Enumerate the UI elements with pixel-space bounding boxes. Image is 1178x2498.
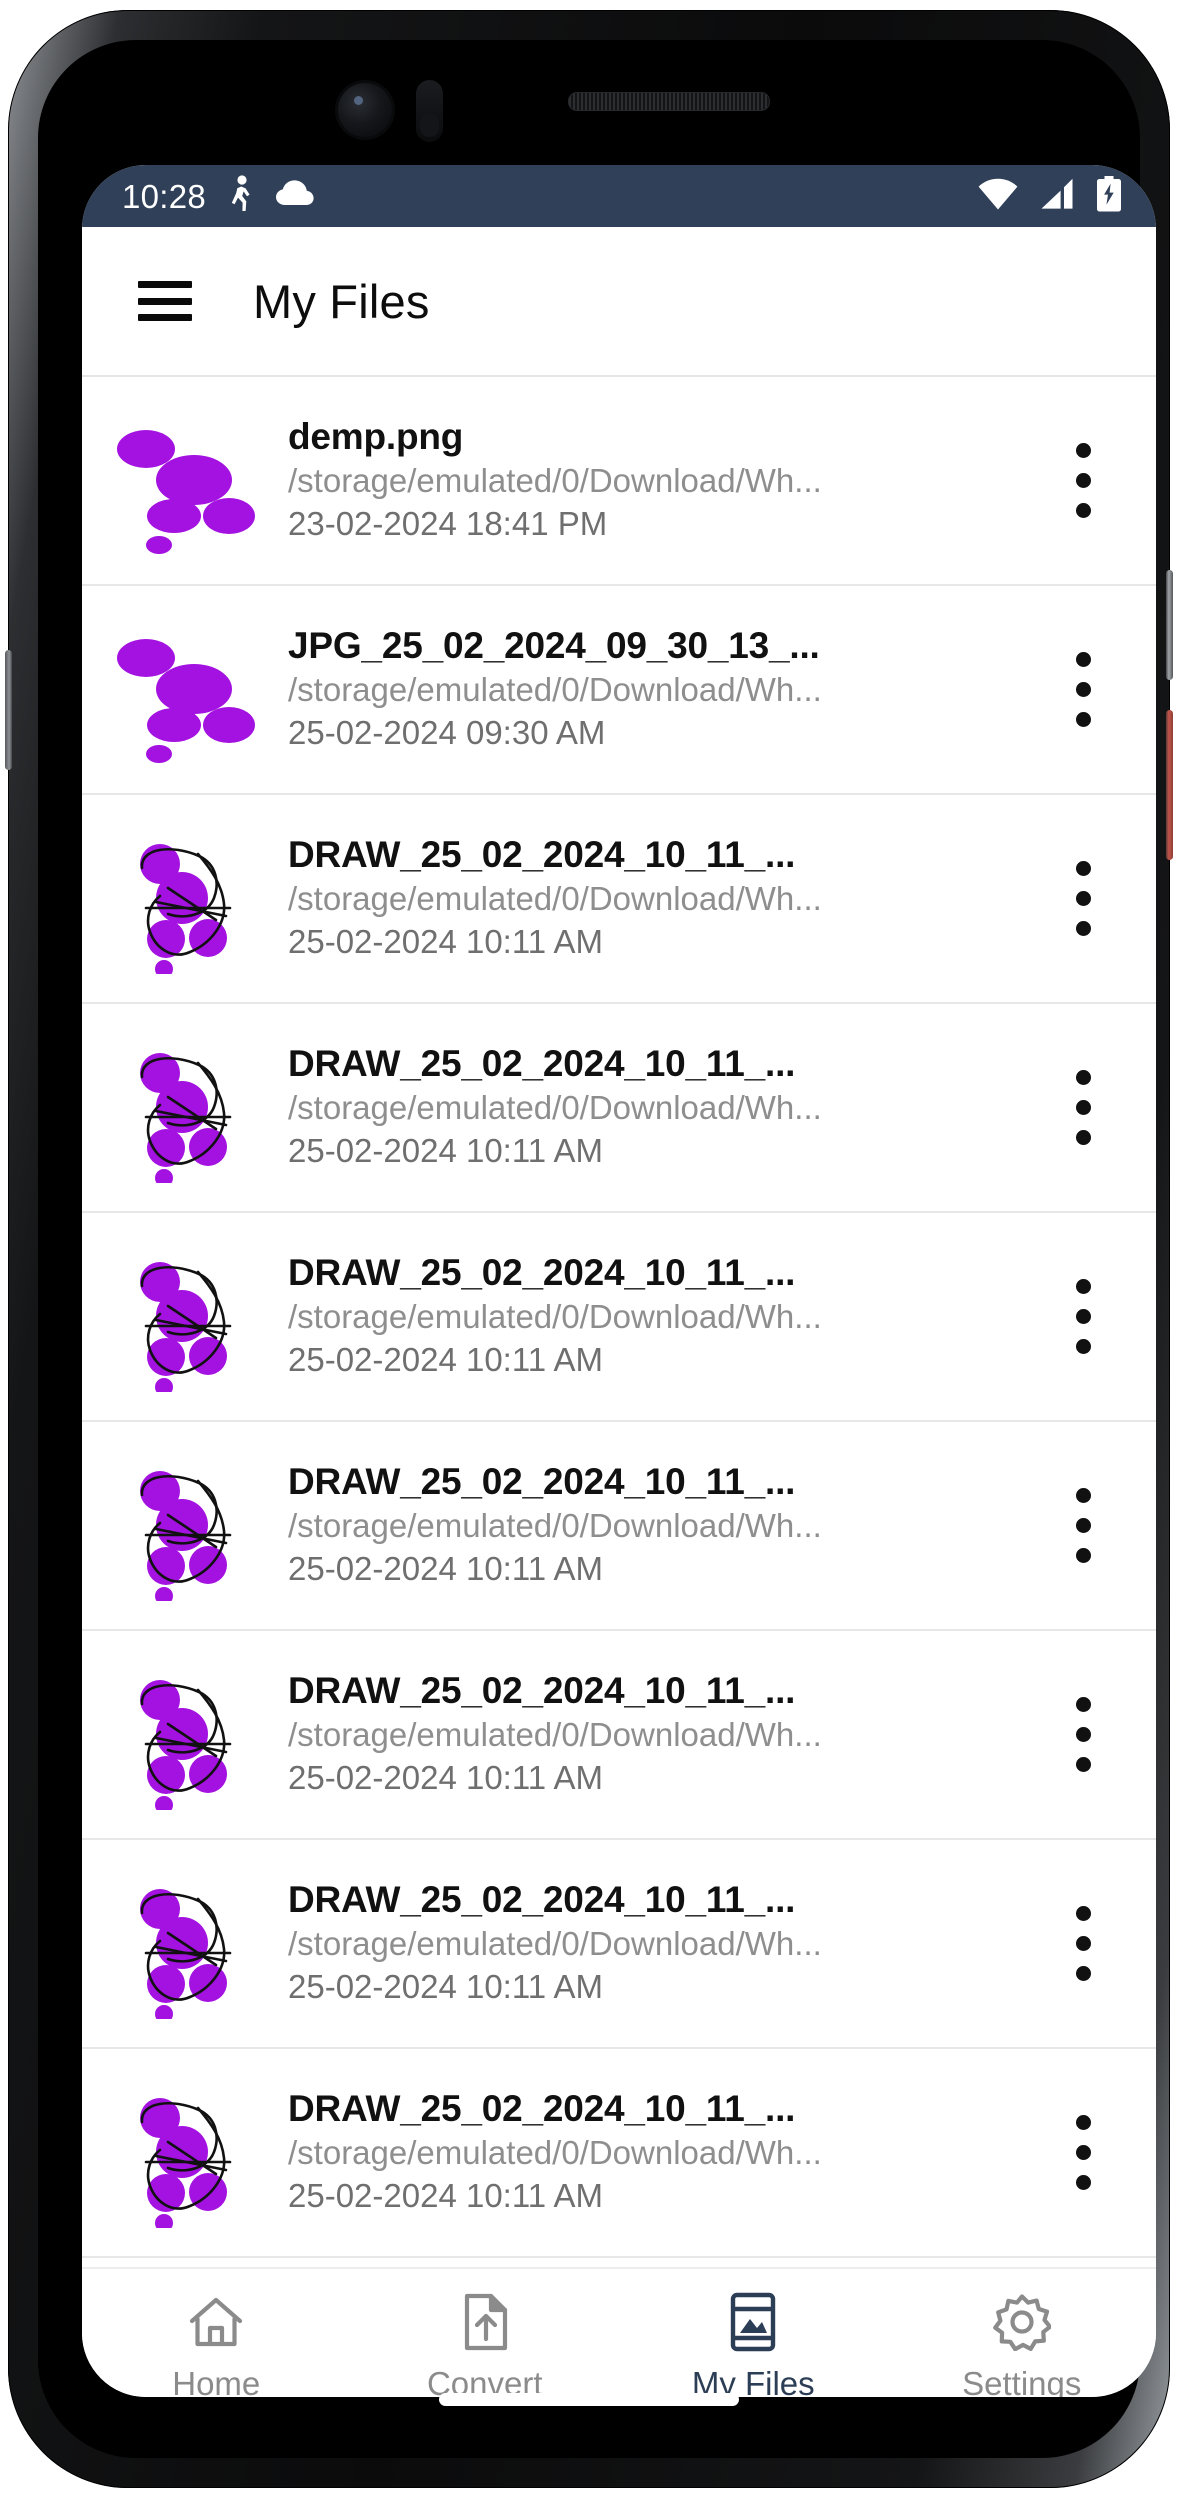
- more-vertical-icon[interactable]: [1054, 642, 1112, 738]
- file-date: 25-02-2024 10:11 AM: [288, 1758, 603, 1796]
- file-thumbnail-icon: [98, 1451, 270, 1601]
- file-list-item[interactable]: DRAW_25_02_2024_10_11_... /storage/emula…: [82, 1840, 1156, 2049]
- file-date: 25-02-2024 10:11 AM: [288, 1549, 603, 1587]
- bottom-navigation: Home Convert My Files Settings: [82, 2267, 1156, 2397]
- status-bar-right: [978, 175, 1122, 217]
- file-meta: DRAW_25_02_2024_10_11_... /storage/emula…: [270, 1879, 1054, 2007]
- file-meta: DRAW_25_02_2024_10_11_... /storage/emula…: [270, 1670, 1054, 1798]
- file-date: 25-02-2024 10:11 AM: [288, 1340, 603, 1378]
- file-date: 23-02-2024 18:41 PM: [288, 504, 608, 542]
- nav-item-label: Settings: [962, 2365, 1082, 2397]
- more-vertical-icon[interactable]: [1054, 1896, 1112, 1992]
- file-name: DRAW_25_02_2024_10_11_...: [288, 834, 796, 876]
- status-bar-left: 10:28: [122, 174, 314, 218]
- file-name: DRAW_25_02_2024_10_11_...: [288, 1670, 796, 1712]
- phone-frame: 10:28 My Files demp.png /storage/emulate…: [5, 10, 1173, 2488]
- file-name: demp.png: [288, 416, 464, 458]
- nav-item-label: Home: [172, 2365, 261, 2397]
- file-meta: DRAW_25_02_2024_10_11_... /storage/emula…: [270, 834, 1054, 962]
- page-title: My Files: [253, 274, 430, 328]
- side-button-left[interactable]: [5, 650, 12, 770]
- more-vertical-icon[interactable]: [1054, 1687, 1112, 1783]
- file-name: JPG_25_02_2024_09_30_13_...: [288, 625, 820, 667]
- file-date: 25-02-2024 09:30 AM: [288, 713, 606, 751]
- volume-button[interactable]: [1166, 570, 1173, 680]
- file-thumbnail-icon: [98, 406, 270, 556]
- file-list-item[interactable]: JPG_25_02_2024_09_30_13_... /storage/emu…: [82, 586, 1156, 795]
- more-vertical-icon[interactable]: [1054, 1269, 1112, 1365]
- file-date: 25-02-2024 10:11 AM: [288, 922, 603, 960]
- more-vertical-icon[interactable]: [1054, 433, 1112, 529]
- file-list-item[interactable]: DRAW_25_02_2024_10_11_... /storage/emula…: [82, 1422, 1156, 1631]
- cellular-signal-icon: [1040, 178, 1074, 215]
- file-thumbnail-icon: [98, 1242, 270, 1392]
- file-list-item[interactable]: DRAW_25_02_2024_10_11_... /storage/emula…: [82, 1631, 1156, 1840]
- file-meta: DRAW_25_02_2024_10_11_... /storage/emula…: [270, 1461, 1054, 1589]
- file-list-item[interactable]: DRAW_25_02_2024_10_11_... /storage/emula…: [82, 2049, 1156, 2258]
- more-vertical-icon[interactable]: [1054, 1478, 1112, 1574]
- phone-bezel: 10:28 My Files demp.png /storage/emulate…: [38, 40, 1156, 2458]
- walking-icon: [228, 174, 254, 218]
- more-vertical-icon[interactable]: [1054, 2105, 1112, 2201]
- power-button[interactable]: [1166, 710, 1173, 860]
- app-bar: My Files: [82, 227, 1156, 375]
- earpiece-speaker: [568, 92, 770, 111]
- file-list[interactable]: demp.png /storage/emulated/0/Download/Wh…: [82, 375, 1156, 2267]
- file-date: 25-02-2024 10:11 AM: [288, 1131, 603, 1169]
- hamburger-menu-icon[interactable]: [138, 281, 192, 321]
- wifi-icon: [978, 178, 1018, 215]
- file-name: DRAW_25_02_2024_10_11_...: [288, 1252, 796, 1294]
- file-name: DRAW_25_02_2024_10_11_...: [288, 1461, 796, 1503]
- more-vertical-icon[interactable]: [1054, 851, 1112, 947]
- status-time: 10:28: [122, 177, 207, 215]
- front-camera-icon: [338, 83, 392, 137]
- gallery-icon: [729, 2291, 777, 2353]
- nav-item-home[interactable]: Home: [82, 2291, 351, 2397]
- cloud-icon: [276, 179, 314, 213]
- file-path: /storage/emulated/0/Download/Wh...: [288, 2133, 822, 2171]
- nav-item-my-files[interactable]: My Files: [619, 2291, 888, 2397]
- file-path: /storage/emulated/0/Download/Wh...: [288, 1506, 822, 1544]
- file-list-item[interactable]: DRAW_25_02_2024_10_11_... /storage/emula…: [82, 795, 1156, 1004]
- file-path: /storage/emulated/0/Download/Wh...: [288, 1715, 822, 1753]
- file-name: DRAW_25_02_2024_10_11_...: [288, 2088, 796, 2130]
- more-vertical-icon[interactable]: [1054, 1060, 1112, 1156]
- file-name: DRAW_25_02_2024_10_11_...: [288, 1043, 796, 1085]
- file-meta: DRAW_25_02_2024_10_11_... /storage/emula…: [270, 2088, 1054, 2216]
- screenshot-root: 10:28 My Files demp.png /storage/emulate…: [0, 0, 1178, 2498]
- file-path: /storage/emulated/0/Download/Wh...: [288, 879, 822, 917]
- file-meta: demp.png /storage/emulated/0/Download/Wh…: [270, 416, 1054, 544]
- nav-item-settings[interactable]: Settings: [888, 2291, 1157, 2397]
- file-upload-icon: [460, 2291, 510, 2353]
- home-icon: [188, 2291, 244, 2353]
- proximity-sensor-icon: [416, 80, 443, 142]
- gear-icon: [992, 2291, 1051, 2353]
- gesture-home-bar[interactable]: [439, 2393, 739, 2406]
- file-list-item[interactable]: DRAW_25_02_2024_10_11_... /storage/emula…: [82, 1213, 1156, 1422]
- file-date: 25-02-2024 10:11 AM: [288, 2176, 603, 2214]
- file-list-item[interactable]: DRAW_25_02_2024_10_11_... /storage/emula…: [82, 1004, 1156, 1213]
- file-thumbnail-icon: [98, 824, 270, 974]
- file-thumbnail-icon: [98, 1660, 270, 1810]
- file-path: /storage/emulated/0/Download/Wh...: [288, 461, 822, 499]
- file-path: /storage/emulated/0/Download/Wh...: [288, 1924, 822, 1962]
- battery-charging-icon: [1096, 175, 1122, 217]
- file-date: 25-02-2024 10:11 AM: [288, 1967, 603, 2005]
- file-path: /storage/emulated/0/Download/Wh...: [288, 1297, 822, 1335]
- file-thumbnail-icon: [98, 615, 270, 765]
- phone-screen: 10:28 My Files demp.png /storage/emulate…: [82, 165, 1156, 2397]
- file-path: /storage/emulated/0/Download/Wh...: [288, 1088, 822, 1126]
- file-meta: DRAW_25_02_2024_10_11_... /storage/emula…: [270, 1252, 1054, 1380]
- file-meta: DRAW_25_02_2024_10_11_... /storage/emula…: [270, 1043, 1054, 1171]
- file-thumbnail-icon: [98, 1033, 270, 1183]
- file-list-item[interactable]: demp.png /storage/emulated/0/Download/Wh…: [82, 377, 1156, 586]
- status-bar: 10:28: [82, 165, 1156, 227]
- file-name: DRAW_25_02_2024_10_11_...: [288, 1879, 796, 1921]
- file-meta: JPG_25_02_2024_09_30_13_... /storage/emu…: [270, 625, 1054, 753]
- file-path: /storage/emulated/0/Download/Wh...: [288, 670, 822, 708]
- file-thumbnail-icon: [98, 2078, 270, 2228]
- file-thumbnail-icon: [98, 1869, 270, 2019]
- nav-item-convert[interactable]: Convert: [351, 2291, 620, 2397]
